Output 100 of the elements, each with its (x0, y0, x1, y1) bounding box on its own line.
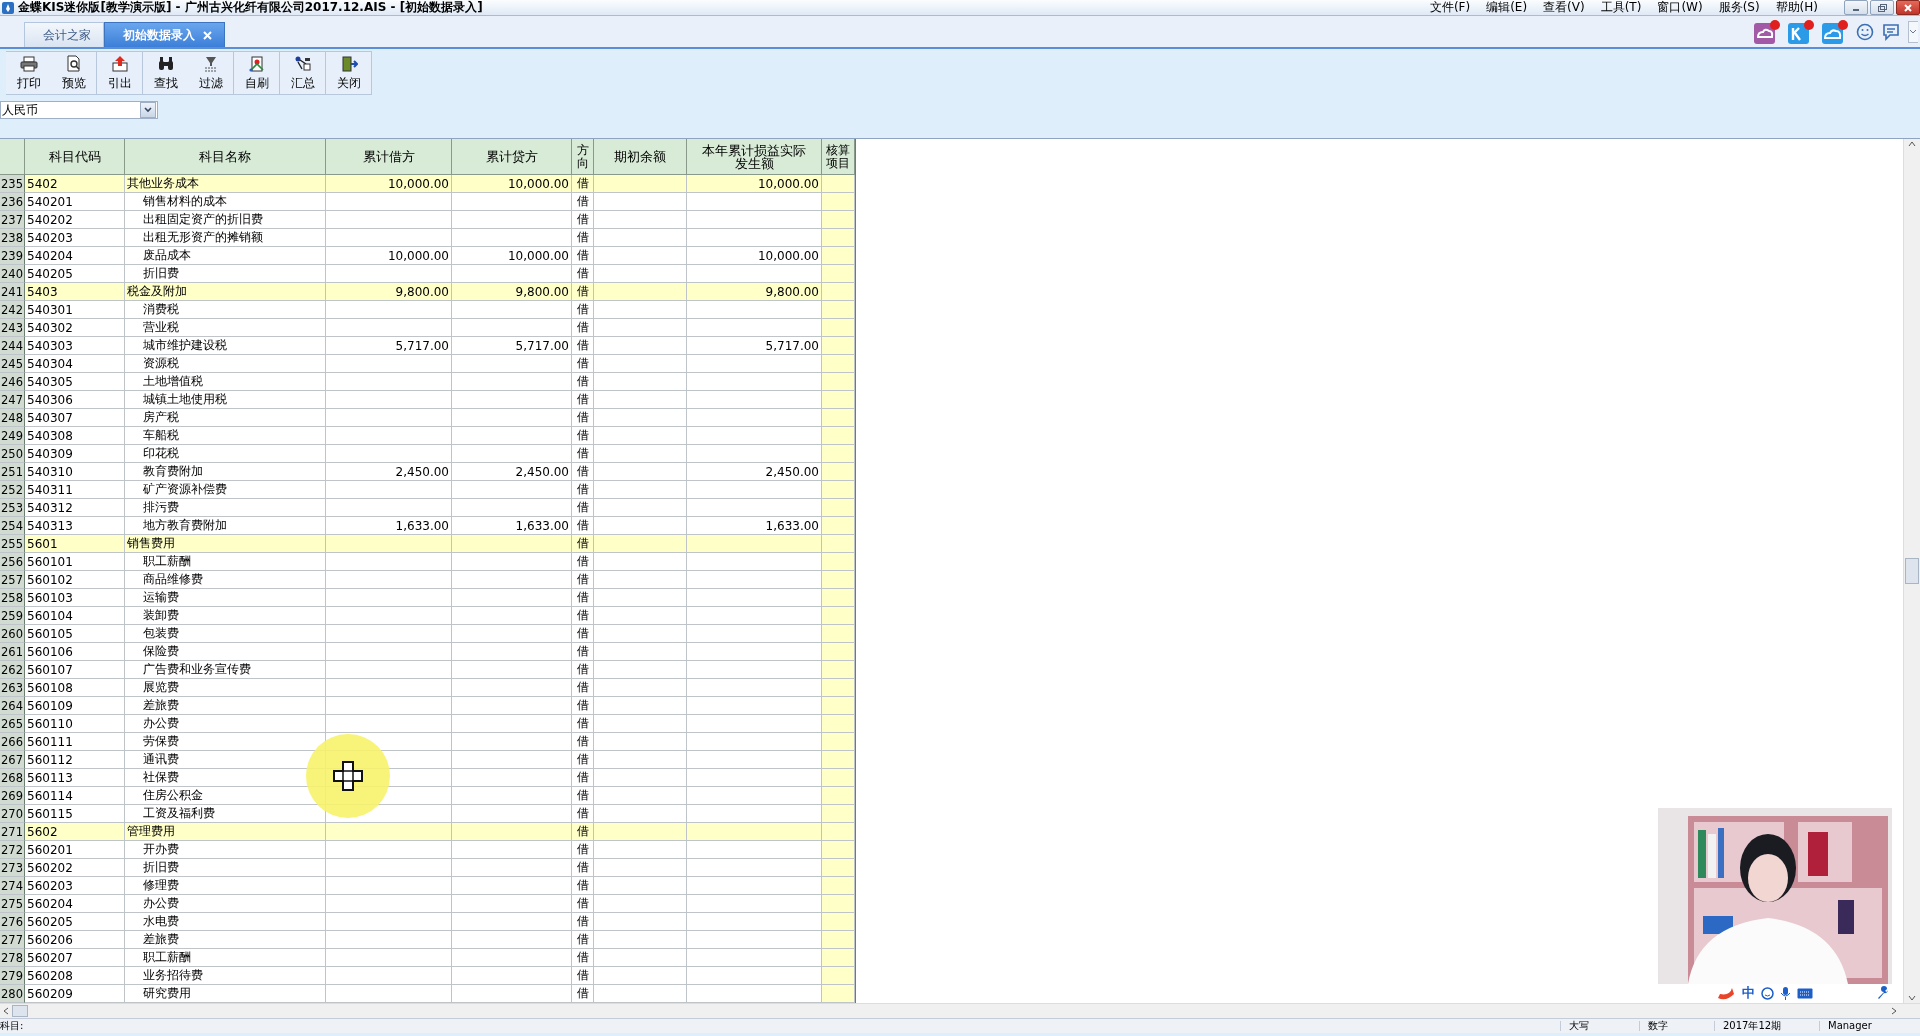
account-code-cell: 560106 (25, 643, 125, 661)
binoculars-icon (156, 54, 175, 72)
account-name-cell: 职工薪酬 (125, 949, 326, 967)
account-code-cell: 560104 (25, 607, 125, 625)
caps-lock-indicator: 大写 (1560, 1021, 1639, 1031)
column-header[interactable]: 方向 (572, 139, 594, 175)
row-number: 240 (0, 265, 25, 283)
account-code-cell: 540312 (25, 499, 125, 517)
message-icon[interactable] (1882, 22, 1900, 41)
account-name-cell: 差旅费 (125, 697, 326, 715)
dropdown-icon[interactable] (1908, 20, 1918, 43)
column-header[interactable]: 本年累计损益实际发生额 (687, 139, 822, 175)
scroll-down-icon[interactable] (1907, 993, 1917, 1003)
wrench-icon[interactable] (1876, 986, 1890, 1000)
input-method-logo-icon[interactable] (1716, 986, 1736, 1000)
account-code-cell: 540307 (25, 409, 125, 427)
tab[interactable]: 会计之家 (24, 22, 104, 47)
table-cell (822, 247, 855, 265)
menu-item[interactable]: 窗口(W) (1657, 0, 1703, 16)
table-cell (822, 607, 855, 625)
account-code-cell: 5403 (25, 283, 125, 301)
microphone-icon[interactable] (1780, 986, 1791, 1000)
summary-icon (293, 54, 312, 72)
toolbar-button[interactable]: 引出 (97, 52, 142, 94)
vertical-scrollbar[interactable] (1903, 139, 1920, 1003)
account-code-cell: 5402 (25, 175, 125, 193)
column-header[interactable]: 期初余额 (594, 139, 687, 175)
toolbar-button[interactable]: 关闭 (326, 52, 371, 94)
row-number: 254 (0, 517, 25, 535)
row-number: 279 (0, 967, 25, 985)
account-name-cell: 废品成本 (125, 247, 326, 265)
input-mode-toggle[interactable]: 中 (1742, 984, 1755, 1002)
toolbar-button[interactable]: 打印 (6, 52, 51, 94)
cloud-app-icon[interactable] (1754, 19, 1780, 44)
currency-dropdown[interactable]: 人民币 (0, 101, 158, 119)
scroll-up-icon[interactable] (1907, 139, 1917, 149)
direction-cell: 借 (572, 463, 594, 481)
account-name-cell: 税金及附加 (125, 283, 326, 301)
column-header[interactable]: 科目代码 (25, 139, 125, 175)
column-header[interactable]: 科目名称 (125, 139, 326, 175)
toolbar-button[interactable]: 预览 (51, 52, 96, 94)
table-cell (822, 409, 855, 427)
table-cell (822, 391, 855, 409)
account-name-cell: 城镇土地使用税 (125, 391, 326, 409)
direction-cell: 借 (572, 877, 594, 895)
minimize-button[interactable] (1844, 0, 1868, 15)
close-button[interactable] (1896, 0, 1920, 15)
account-code-cell: 560103 (25, 589, 125, 607)
menu-item[interactable]: 编辑(E) (1486, 0, 1528, 16)
direction-cell: 借 (572, 229, 594, 247)
row-number: 237 (0, 211, 25, 229)
keyboard-icon[interactable] (1797, 987, 1813, 999)
direction-cell: 借 (572, 859, 594, 877)
period-indicator: 2017年12期 (1714, 1021, 1819, 1031)
window-title: 金蝶KIS迷你版[教学演示版] - 广州古兴化纤有限公司2017.12.AIS - [初始数据录入] (18, 0, 483, 16)
column-header[interactable]: 核算项目 (822, 139, 855, 175)
smiley-icon[interactable] (1856, 22, 1874, 41)
row-number: 276 (0, 913, 25, 931)
menu-item[interactable]: 工具(T) (1600, 0, 1642, 16)
toolbar-button[interactable]: 自刷 (234, 52, 279, 94)
row-number: 256 (0, 553, 25, 571)
table-cell (822, 823, 855, 841)
account-code-cell: 560107 (25, 661, 125, 679)
toolbar-button[interactable]: 汇总 (280, 52, 325, 94)
account-name-cell: 广告费和业务宣传费 (125, 661, 326, 679)
account-code-cell: 540304 (25, 355, 125, 373)
account-name-cell: 办公费 (125, 715, 326, 733)
menu-item[interactable]: 查看(V) (1543, 0, 1585, 16)
toolbar-button[interactable]: 查找 (143, 52, 188, 94)
column-header[interactable]: 累计贷方 (452, 139, 572, 175)
cloud-icon[interactable] (1822, 19, 1848, 44)
account-code-cell: 560105 (25, 625, 125, 643)
scroll-thumb[interactable] (1905, 558, 1919, 584)
scroll-thumb[interactable] (12, 1005, 28, 1017)
account-name-cell: 差旅费 (125, 931, 326, 949)
smiley-icon[interactable] (1761, 986, 1774, 1000)
row-number: 259 (0, 607, 25, 625)
column-header[interactable]: 累计借方 (326, 139, 452, 175)
horizontal-scrollbar[interactable] (0, 1003, 1920, 1018)
account-code-cell: 560110 (25, 715, 125, 733)
direction-cell: 借 (572, 589, 594, 607)
row-number: 244 (0, 337, 25, 355)
credit-cell: 10,000.00 (452, 247, 572, 265)
account-name-cell: 办公费 (125, 895, 326, 913)
account-code-cell: 560108 (25, 679, 125, 697)
menu-item[interactable]: 文件(F) (1429, 0, 1471, 16)
toolbar-button[interactable]: 过滤 (188, 52, 233, 94)
direction-cell: 借 (572, 769, 594, 787)
menu-item[interactable]: 服务(S) (1718, 0, 1760, 16)
direction-cell: 借 (572, 211, 594, 229)
restore-button[interactable] (1870, 0, 1894, 15)
account-code-cell: 540303 (25, 337, 125, 355)
row-number: 249 (0, 427, 25, 445)
table-cell (822, 175, 855, 193)
direction-cell: 借 (572, 373, 594, 391)
menu-item[interactable]: 帮助(H) (1775, 0, 1818, 16)
k-app-icon[interactable] (1788, 19, 1814, 44)
close-icon[interactable] (203, 30, 212, 40)
direction-cell: 借 (572, 409, 594, 427)
direction-cell: 借 (572, 571, 594, 589)
